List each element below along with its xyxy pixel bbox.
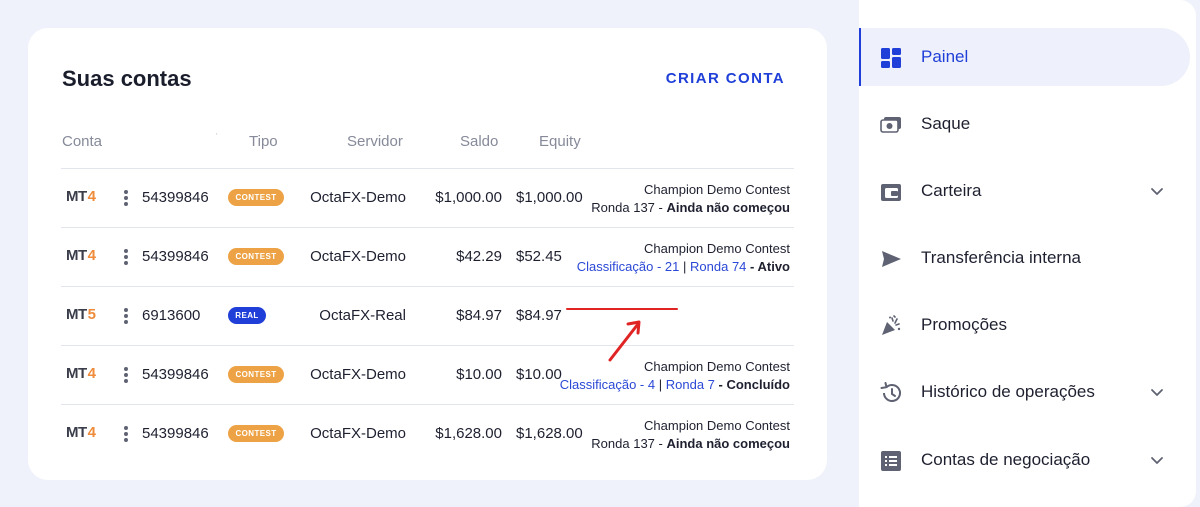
round-link[interactable]: Ronda 74: [690, 259, 746, 274]
table-row[interactable]: MT5 6913600 REAL OctaFX-Real $84.97 $84.…: [28, 287, 827, 345]
balance-value: $10.00: [456, 366, 502, 383]
chevron-down-icon[interactable]: [1149, 183, 1165, 199]
column-header-tipo: Tipo: [249, 133, 278, 150]
table-row[interactable]: MT4 54399846 CONTEST OctaFX-Demo $42.29 …: [28, 228, 827, 286]
column-header-conta: Conta: [62, 133, 103, 150]
more-options-icon[interactable]: [120, 366, 132, 384]
sidebar-item-label: Contas de negociação: [921, 450, 1091, 469]
sidebar-item-promocoes[interactable]: Promoções: [859, 296, 1190, 354]
contest-round-status: Classificação - 4 | Ronda 7 - Concluído: [559, 377, 790, 392]
wallet-icon: [881, 184, 901, 201]
accounts-card: Suas contas CRIAR CONTA Conta ' Tipo Ser…: [28, 28, 827, 480]
balance-value: $84.97: [456, 307, 502, 324]
table-row[interactable]: MT4 54399846 CONTEST OctaFX-Demo $1,000.…: [28, 169, 827, 227]
balance-value: $1,628.00: [435, 425, 502, 442]
account-type-badge: CONTEST: [228, 425, 284, 442]
sidebar-item-label: Histórico de operações: [921, 382, 1095, 401]
account-type-badge: CONTEST: [228, 366, 284, 383]
sidebar-item-historico-de-operacoes[interactable]: Histórico de operações: [859, 363, 1190, 421]
contest-name: Champion Demo Contest: [644, 182, 790, 197]
active-indicator: [859, 28, 861, 86]
create-account-button[interactable]: CRIAR CONTA: [666, 70, 785, 87]
account-type-badge: CONTEST: [228, 189, 284, 206]
sidebar-item-saque[interactable]: Saque: [859, 95, 1190, 153]
sidebar-item-painel[interactable]: Painel: [859, 28, 1190, 86]
server-name: OctaFX-Demo: [310, 366, 406, 383]
account-number: 54399846: [142, 248, 209, 265]
round-link[interactable]: Ronda 7: [666, 377, 715, 392]
party-popper-icon: [882, 315, 901, 335]
column-header-servidor: Servidor: [347, 133, 403, 150]
sidebar-item-label: Painel: [921, 47, 969, 66]
classification-link[interactable]: Classificação - 21: [577, 259, 680, 274]
account-number: 6913600: [142, 307, 201, 324]
dashboard-icon: [881, 48, 901, 68]
more-options-icon[interactable]: [120, 248, 132, 266]
sidebar-item-transferencia-interna[interactable]: Transferência interna: [859, 229, 1190, 287]
sidebar-item-label: Transferência interna: [921, 248, 1082, 267]
contest-round-status: Ronda 137 - Ainda não começou: [591, 200, 790, 215]
sidebar-item-label: Saque: [921, 114, 971, 133]
annotation-arrow-icon: [608, 320, 641, 362]
table-row[interactable]: MT4 54399846 CONTEST OctaFX-Demo $1,628.…: [28, 405, 827, 463]
platform-logo: MT4: [66, 424, 96, 441]
server-name: OctaFX-Real: [319, 307, 406, 324]
sidebar: Painel Saque Carteira Transferência inte…: [859, 0, 1196, 507]
send-icon: [882, 251, 901, 267]
account-type-badge: CONTEST: [228, 248, 284, 265]
contest-round-status: Ronda 137 - Ainda não começou: [591, 436, 790, 451]
sidebar-item-contas-de-negociacao[interactable]: Contas de negociação: [859, 431, 1190, 489]
account-number: 54399846: [142, 425, 209, 442]
more-options-icon[interactable]: [120, 189, 132, 207]
server-name: OctaFX-Demo: [310, 425, 406, 442]
account-type-badge: REAL: [228, 307, 266, 324]
sidebar-item-label: Promoções: [921, 315, 1007, 334]
equity-value: $1,628.00: [516, 425, 583, 442]
contest-name: Champion Demo Contest: [644, 418, 790, 433]
withdraw-icon: [880, 117, 901, 133]
table-row[interactable]: MT4 54399846 CONTEST OctaFX-Demo $10.00 …: [28, 346, 827, 404]
history-icon: [880, 382, 901, 402]
equity-value: $1,000.00: [516, 189, 583, 206]
classification-link[interactable]: Classificação - 4: [560, 377, 655, 392]
header-mark: ': [216, 132, 218, 141]
chevron-down-icon[interactable]: [1149, 384, 1165, 400]
column-header-equity: Equity: [539, 133, 581, 150]
annotation-underline: [566, 308, 678, 310]
equity-value: $52.45: [516, 248, 562, 265]
more-options-icon[interactable]: [120, 425, 132, 443]
balance-value: $1,000.00: [435, 189, 502, 206]
platform-logo: MT4: [66, 365, 96, 382]
list-icon: [881, 451, 901, 471]
sidebar-item-carteira[interactable]: Carteira: [859, 162, 1190, 220]
account-number: 54399846: [142, 366, 209, 383]
contest-name: Champion Demo Contest: [644, 359, 790, 374]
contest-round-status: Classificação - 21 | Ronda 74 - Ativo: [576, 259, 790, 274]
chevron-down-icon[interactable]: [1149, 452, 1165, 468]
platform-logo: MT4: [66, 247, 96, 264]
page-title: Suas contas: [62, 66, 192, 91]
balance-value: $42.29: [456, 248, 502, 265]
equity-value: $84.97: [516, 307, 562, 324]
platform-logo: MT4: [66, 188, 96, 205]
server-name: OctaFX-Demo: [310, 248, 406, 265]
more-options-icon[interactable]: [120, 307, 132, 325]
contest-name: Champion Demo Contest: [644, 241, 790, 256]
server-name: OctaFX-Demo: [310, 189, 406, 206]
account-number: 54399846: [142, 189, 209, 206]
column-header-saldo: Saldo: [460, 133, 499, 150]
equity-value: $10.00: [516, 366, 562, 383]
sidebar-item-label: Carteira: [921, 181, 982, 200]
platform-logo: MT5: [66, 306, 96, 323]
